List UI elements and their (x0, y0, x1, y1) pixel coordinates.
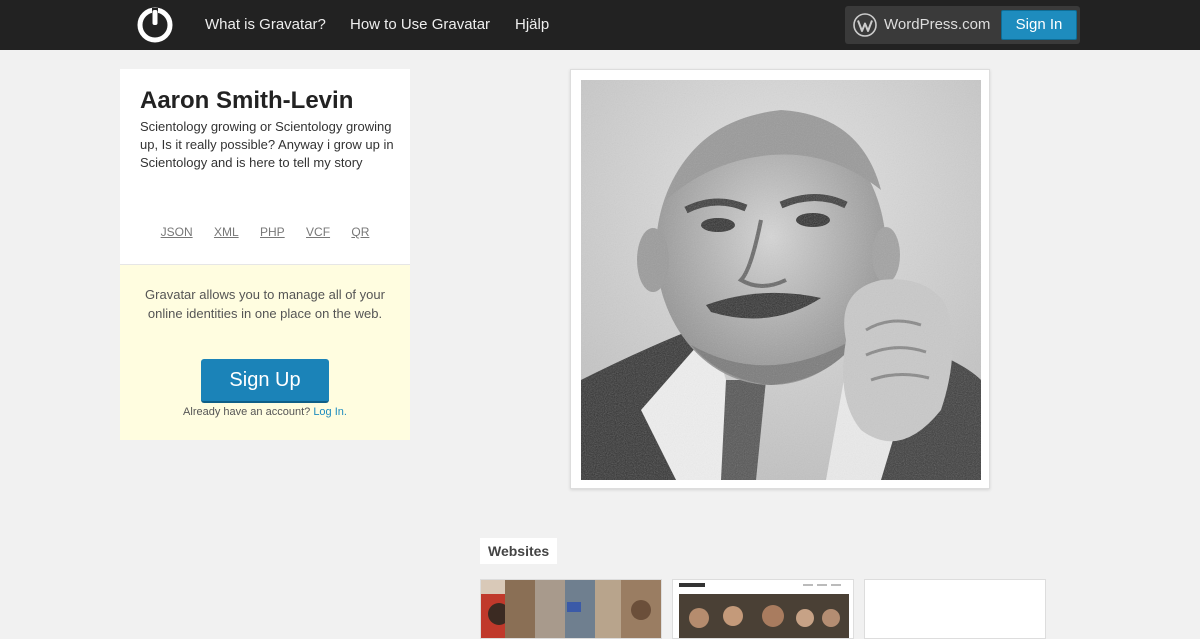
log-in-link[interactable]: Log In. (313, 406, 347, 418)
format-link-xml[interactable]: XML (214, 225, 239, 239)
websites-heading: Websites (480, 538, 558, 564)
avatar-photo (581, 80, 981, 480)
signup-promo-box: Gravatar allows you to manage all of you… (120, 264, 410, 440)
format-link-php[interactable]: PHP (260, 225, 285, 239)
website-thumbnail[interactable] (672, 579, 854, 639)
login-prompt: Already have an account? Log In. (120, 406, 410, 418)
promo-text: Gravatar allows you to manage all of you… (145, 287, 385, 321)
format-link-vcf[interactable]: VCF (306, 225, 330, 239)
format-link-qr[interactable]: QR (351, 225, 369, 239)
website-thumbnail[interactable] (480, 579, 662, 639)
nav-what-is-gravatar[interactable]: What is Gravatar? (205, 16, 326, 33)
profile-name: Aaron Smith-Levin (140, 87, 354, 114)
wordpress-login-box: WordPress.com Sign In (845, 6, 1080, 44)
nav-how-to-use-gravatar[interactable]: How to Use Gravatar (350, 16, 490, 33)
nav-help[interactable]: Hjälp (515, 16, 549, 33)
sign-in-button[interactable]: Sign In (1001, 10, 1077, 40)
top-navigation-bar: What is Gravatar? How to Use Gravatar Hj… (0, 0, 1200, 50)
wordpress-logo-icon (853, 13, 877, 37)
sign-up-button[interactable]: Sign Up (201, 359, 329, 403)
profile-avatar (570, 69, 990, 489)
website-thumbnail[interactable] (864, 579, 1046, 639)
format-link-json[interactable]: JSON (161, 225, 193, 239)
profile-data-formats: JSON XML PHP VCF QR (120, 225, 410, 239)
login-prompt-text: Already have an account? (183, 406, 311, 418)
gravatar-logo-icon[interactable] (137, 7, 173, 43)
profile-bio: Scientology growing or Scientology growi… (140, 119, 394, 170)
wordpress-label: WordPress.com (884, 16, 991, 33)
profile-card: Aaron Smith-Levin Scientology growing or… (120, 69, 410, 264)
